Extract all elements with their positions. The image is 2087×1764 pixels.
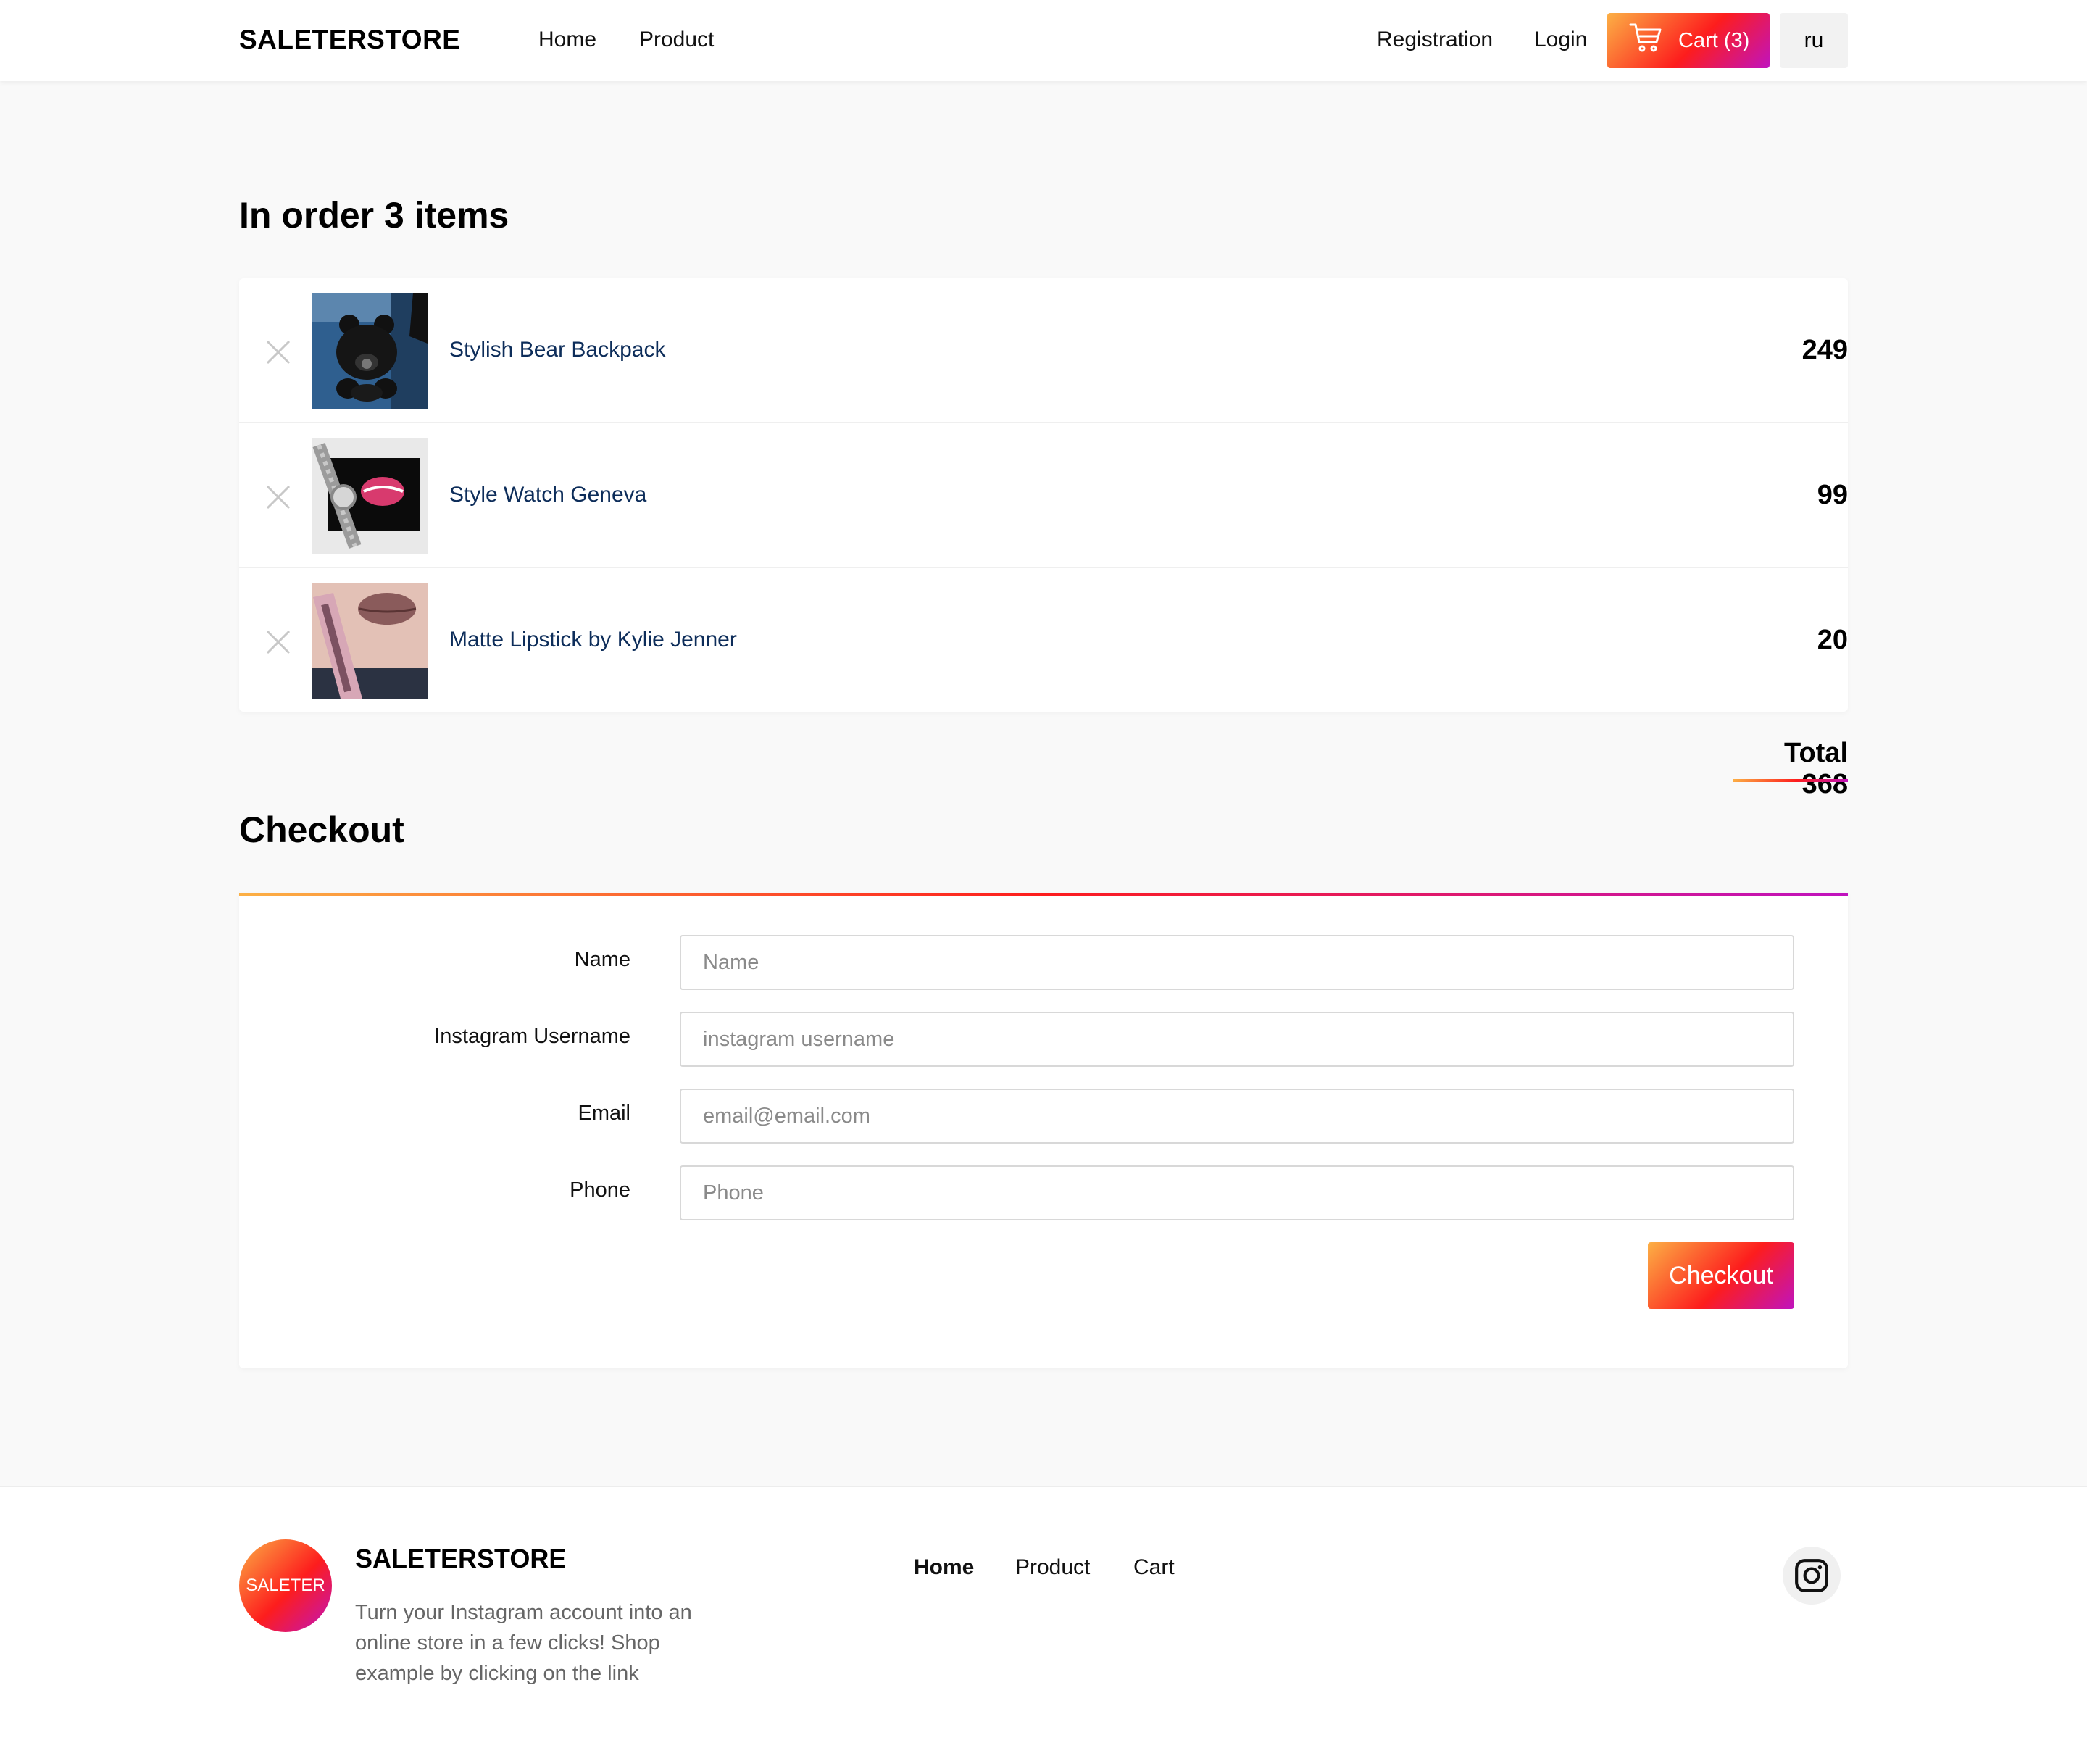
instagram-button[interactable]: [1783, 1547, 1841, 1605]
order-title: In order 3 items: [239, 195, 509, 236]
close-icon[interactable]: [265, 484, 291, 510]
email-field[interactable]: [680, 1089, 1794, 1144]
checkout-button[interactable]: Checkout: [1648, 1242, 1794, 1309]
checkout-title: Checkout: [239, 810, 404, 850]
footer-brand: SALETERSTORE: [355, 1544, 567, 1573]
cart-icon: [1629, 22, 1664, 59]
site-header: SALETERSTORE Home Product Registration L…: [0, 0, 2087, 81]
nav-product[interactable]: Product: [639, 28, 714, 52]
close-icon[interactable]: [265, 629, 291, 655]
language-switch[interactable]: ru: [1780, 13, 1848, 68]
order-total: Total 368: [1784, 738, 1848, 799]
footer-description: Turn your Instagram account into an onli…: [355, 1601, 692, 1685]
checkout-form: Name Instagram Username Email Phone Chec…: [239, 893, 1848, 1368]
cart-label: Cart (3): [1678, 28, 1750, 52]
footer-logo[interactable]: SALETER: [239, 1539, 332, 1632]
order-item: Stylish Bear Backpack 249: [239, 278, 1848, 423]
instagram-username-label: Instagram Username: [434, 1025, 630, 1048]
item-price: 99: [1817, 480, 1848, 510]
close-icon[interactable]: [265, 339, 291, 365]
name-label: Name: [574, 948, 630, 971]
item-name-link[interactable]: Matte Lipstick by Kylie Jenner: [449, 628, 737, 652]
item-price: 20: [1817, 625, 1848, 655]
checkout-divider: [239, 893, 1848, 896]
item-price: 249: [1801, 335, 1848, 365]
product-thumbnail[interactable]: [312, 293, 428, 409]
nav-login[interactable]: Login: [1534, 28, 1587, 52]
nav-home[interactable]: Home: [538, 28, 596, 52]
brand-logo[interactable]: SALETERSTORE: [239, 25, 460, 55]
email-label: Email: [578, 1102, 630, 1125]
site-footer: SALETER SALETERSTORE Turn your Instagram…: [0, 1486, 2087, 1764]
phone-field[interactable]: [680, 1165, 1794, 1220]
footer-link-home[interactable]: Home: [914, 1555, 974, 1580]
phone-label: Phone: [570, 1178, 630, 1202]
item-name-link[interactable]: Style Watch Geneva: [449, 483, 646, 507]
product-thumbnail[interactable]: [312, 438, 428, 554]
footer-link-product[interactable]: Product: [1015, 1555, 1090, 1580]
footer-link-cart[interactable]: Cart: [1133, 1555, 1175, 1580]
item-name-link[interactable]: Stylish Bear Backpack: [449, 338, 665, 362]
cart-button[interactable]: Cart (3): [1607, 13, 1770, 68]
total-underline: [1733, 779, 1848, 782]
order-item: Matte Lipstick by Kylie Jenner 20: [239, 568, 1848, 713]
order-item: Style Watch Geneva 99: [239, 423, 1848, 568]
instagram-username-field[interactable]: [680, 1012, 1794, 1067]
order-list: Stylish Bear Backpack 249 Style Watch Ge…: [239, 278, 1848, 712]
name-field[interactable]: [680, 935, 1794, 990]
product-thumbnail[interactable]: [312, 583, 428, 699]
instagram-icon: [1795, 1559, 1828, 1592]
nav-registration[interactable]: Registration: [1377, 28, 1493, 52]
